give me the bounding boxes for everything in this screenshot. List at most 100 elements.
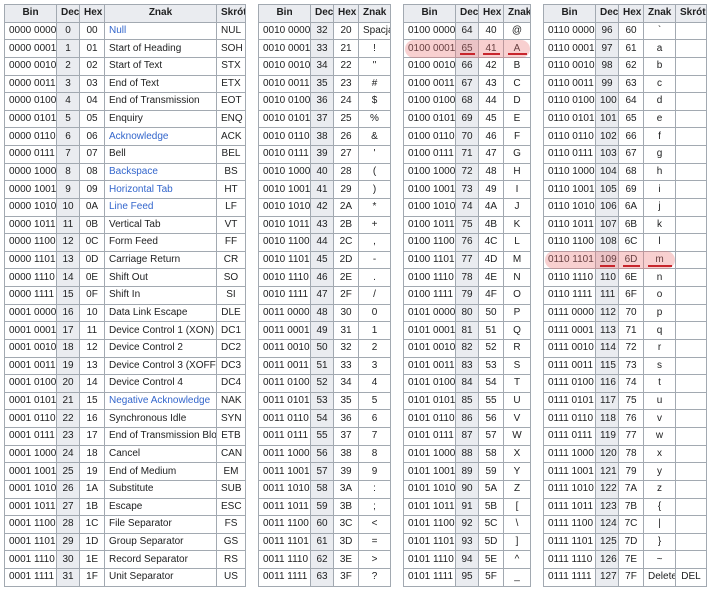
cell-znak: m [643, 250, 676, 270]
cell-hex: 5E [478, 550, 504, 569]
cell-dec: 88 [455, 444, 479, 464]
cell-znak: N [503, 268, 531, 287]
cell-hex: 1C [79, 515, 105, 534]
cell-bin: 0100 1101 [403, 250, 456, 270]
cell-bin: 0011 0010 [258, 338, 311, 358]
cell-dec: 51 [310, 356, 334, 376]
table-row: 0110 1110 110 6E n [543, 268, 707, 287]
cell-dec: 97 [595, 39, 619, 58]
cell-znak[interactable]: Horizontal Tab [104, 180, 217, 199]
cell-skrot: DC2 [216, 338, 246, 358]
cell-bin: 0000 1011 [4, 215, 57, 235]
cell-skrot: ETB [216, 427, 246, 446]
ascii-table-control: Bin Dec Hex Znak Skrót 0000 0000 0 00 Null N… [4, 4, 246, 587]
cell-bin: 0101 0011 [403, 356, 456, 376]
cell-hex: 10 [79, 303, 105, 323]
cell-znak: W [503, 427, 531, 446]
cell-znak[interactable]: Negative Acknowledge [104, 391, 217, 411]
cell-dec: 27 [56, 497, 80, 517]
cell-hex: 0D [79, 250, 105, 270]
table-row: 0110 1100 108 6C l [543, 233, 707, 252]
cell-znak[interactable]: Null [104, 21, 217, 41]
cell-dec: 116 [595, 374, 619, 393]
table-row: 0010 0101 37 25% [258, 109, 391, 129]
cell-hex: 28 [333, 162, 359, 182]
cell-bin: 0111 0011 [543, 356, 596, 376]
cell-skrot: FF [216, 233, 246, 252]
table-row: 0110 0010 98 62 b [543, 56, 707, 76]
cell-znak: Delete [643, 568, 676, 587]
cell-dec: 94 [455, 550, 479, 569]
table-header-row: Bin Dec Hex Znak [403, 4, 531, 23]
table-row: 0111 1100 124 7C | [543, 515, 707, 534]
table-row: 0000 0011 3 03 End of Text ETX [4, 74, 246, 94]
cell-hex: 3B [333, 497, 359, 517]
cell-hex: 20 [333, 21, 359, 41]
cell-skrot: SUB [216, 479, 246, 499]
cell-znak: 4 [358, 374, 391, 393]
cell-dec: 21 [56, 391, 80, 411]
cell-dec: 17 [56, 321, 80, 340]
table-row: 0100 1100 76 4C L [403, 233, 531, 252]
cell-dec: 26 [56, 479, 80, 499]
cell-znak: 6 [358, 409, 391, 428]
cell-hex: 08 [79, 162, 105, 182]
cell-bin: 0010 1000 [258, 162, 311, 182]
table-row: 0011 1110 62 3E > [258, 550, 391, 569]
cell-bin: 0011 1110 [258, 550, 311, 569]
cell-bin: 0100 0101 [403, 109, 456, 129]
cell-hex: 7B [618, 497, 644, 517]
cell-bin: 0100 0000 [403, 21, 456, 41]
cell-skrot [675, 233, 707, 252]
cell-dec: 3 [56, 74, 80, 94]
cell-znak: J [503, 197, 531, 217]
cell-znak: l [643, 233, 676, 252]
cell-bin: 0010 0101 [258, 109, 311, 129]
cell-znak: / [358, 286, 391, 305]
cell-hex: 5F [478, 568, 504, 587]
cell-znak: x [643, 444, 676, 464]
cell-bin: 0010 1001 [258, 180, 311, 199]
cell-znak: z [643, 479, 676, 499]
cell-bin: 0010 0100 [258, 92, 311, 111]
cell-znak[interactable]: Acknowledge [104, 127, 217, 146]
cell-znak[interactable]: Line Feed [104, 197, 217, 217]
cell-bin: 0000 0000 [4, 21, 57, 41]
cell-skrot: SI [216, 286, 246, 305]
cell-znak: = [358, 532, 391, 552]
cell-znak: B [503, 56, 531, 76]
cell-dec: 103 [595, 145, 619, 164]
cell-bin: 0000 0101 [4, 109, 57, 129]
cell-dec: 15 [56, 286, 80, 305]
cell-hex: 6A [618, 197, 644, 217]
cell-dec: 20 [56, 374, 80, 393]
cell-hex: 33 [333, 356, 359, 376]
cell-bin: 0100 1110 [403, 268, 456, 287]
table-row: 0001 1110 30 1E Record Separator RS [4, 550, 246, 569]
cell-znak: a [643, 39, 676, 58]
cell-dec: 99 [595, 74, 619, 94]
cell-dec: 33 [310, 39, 334, 58]
cell-hex: 01 [79, 39, 105, 58]
cell-skrot [675, 162, 707, 182]
cell-bin: 0110 0000 [543, 21, 596, 41]
cell-bin: 0101 0000 [403, 303, 456, 323]
cell-hex: 4D [478, 250, 504, 270]
cell-hex: 54 [478, 374, 504, 393]
cell-skrot: CR [216, 250, 246, 270]
table-row: 0001 1000 24 18 Cancel CAN [4, 444, 246, 464]
cell-bin: 0010 0110 [258, 127, 311, 146]
table-row: 0011 0111 55 37 7 [258, 427, 391, 446]
table-row: 0010 1101 45 2D - [258, 250, 391, 270]
cell-znak: H [503, 162, 531, 182]
cell-dec: 0 [56, 21, 80, 41]
cell-znak: ) [358, 180, 391, 199]
cell-dec: 28 [56, 515, 80, 534]
cell-bin: 0111 0101 [543, 391, 596, 411]
cell-znak[interactable]: Backspace [104, 162, 217, 182]
cell-bin: 0101 1101 [403, 532, 456, 552]
cell-bin: 0111 0111 [543, 427, 596, 446]
cell-bin: 0110 0111 [543, 145, 596, 164]
table-row: 0011 0001 49 31 1 [258, 321, 391, 340]
table-row: 0011 1101 61 3D = [258, 532, 391, 552]
